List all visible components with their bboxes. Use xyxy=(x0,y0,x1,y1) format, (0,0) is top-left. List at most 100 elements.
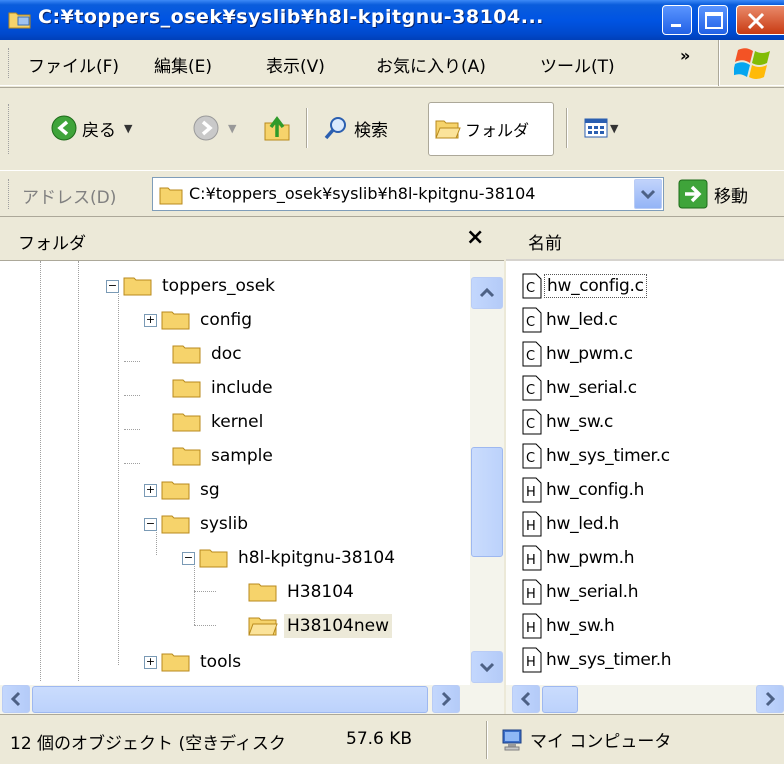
c-header-file-icon: H xyxy=(522,545,542,571)
svg-text:H: H xyxy=(526,587,536,602)
file-item[interactable]: H hw_config.h xyxy=(522,473,646,507)
svg-text:C: C xyxy=(526,451,535,466)
tree-item-h38104new[interactable]: H38104new xyxy=(248,609,392,643)
back-dropdown-icon[interactable]: ▼ xyxy=(124,122,132,135)
tree-guide-line xyxy=(118,285,119,665)
search-button[interactable]: 検索 xyxy=(322,110,388,146)
menu-file[interactable]: ファイル(F) xyxy=(28,52,119,77)
scroll-thumb[interactable] xyxy=(542,686,578,713)
file-item[interactable]: H hw_serial.h xyxy=(522,575,640,609)
folder-icon xyxy=(161,515,190,534)
tree-guide-line xyxy=(194,591,216,592)
scroll-up-button[interactable] xyxy=(471,277,503,309)
forward-button[interactable]: ▼ xyxy=(192,110,236,146)
scroll-down-button[interactable] xyxy=(471,651,503,683)
tree-item-label: tools xyxy=(200,652,242,672)
collapse-icon[interactable]: − xyxy=(144,517,157,531)
collapse-icon[interactable]: − xyxy=(182,551,195,565)
file-item[interactable]: C hw_serial.c xyxy=(522,371,639,405)
file-item[interactable]: C hw_config.c xyxy=(522,269,647,303)
addressbar-grip[interactable] xyxy=(8,179,11,209)
scroll-thumb[interactable] xyxy=(32,686,428,713)
file-item[interactable]: H hw_sw.h xyxy=(522,609,616,643)
folder-tree-vertical-scrollbar[interactable] xyxy=(470,261,504,685)
folders-button[interactable]: フォルダ xyxy=(428,102,554,156)
standard-toolbar: 戻る ▼ ▼ 検索 フォルダ ▼ xyxy=(0,87,784,171)
menu-overflow-chevron[interactable]: » xyxy=(680,46,690,65)
svg-text:C: C xyxy=(526,281,535,296)
file-list-horizontal-scrollbar[interactable] xyxy=(506,685,784,714)
scroll-thumb[interactable] xyxy=(471,447,503,557)
expand-icon[interactable]: + xyxy=(144,483,157,497)
folder-icon xyxy=(161,481,190,500)
tree-item-label: H38104new xyxy=(284,614,392,638)
views-dropdown-icon[interactable]: ▼ xyxy=(610,122,618,135)
scroll-left-button[interactable] xyxy=(512,685,540,713)
tree-item-kernel[interactable]: kernel xyxy=(172,405,266,439)
file-item[interactable]: H hw_pwm.h xyxy=(522,541,636,575)
svg-text:H: H xyxy=(526,553,536,568)
menu-favorites[interactable]: お気に入り(A) xyxy=(376,52,486,77)
collapse-icon[interactable]: − xyxy=(106,279,119,293)
back-button[interactable]: 戻る ▼ xyxy=(50,110,132,146)
tree-item-config[interactable]: + config xyxy=(144,303,255,337)
menu-view[interactable]: 表示(V) xyxy=(266,52,325,77)
views-button[interactable]: ▼ xyxy=(584,110,618,146)
chevron-right-icon xyxy=(765,691,776,707)
tree-item-tools[interactable]: + tools xyxy=(144,645,244,679)
folder-tree-horizontal-scrollbar[interactable] xyxy=(0,685,504,714)
tree-item-h38104[interactable]: H38104 xyxy=(248,575,357,609)
file-item[interactable]: H hw_led.h xyxy=(522,507,621,541)
address-path[interactable]: C:¥toppers_osek¥syslib¥h8l-kpitgnu-38104 xyxy=(189,184,631,203)
status-size: 57.6 KB xyxy=(346,729,413,749)
address-bar: アドレス(D) C:¥toppers_osek¥syslib¥h8l-kpitg… xyxy=(0,171,784,217)
toolbar-grip[interactable] xyxy=(8,104,11,154)
folder-icon xyxy=(172,413,201,432)
title-bar[interactable]: C:¥toppers_osek¥syslib¥h8l-kpitgnu-38104… xyxy=(0,0,784,40)
tree-item-sample[interactable]: sample xyxy=(172,439,276,473)
folder-icon xyxy=(248,583,277,602)
tree-item-label: kernel xyxy=(211,412,264,432)
expand-icon[interactable]: + xyxy=(144,655,157,669)
file-item[interactable]: C hw_sys_timer.c xyxy=(522,439,672,473)
address-dropdown-button[interactable] xyxy=(634,179,662,209)
chevron-down-icon xyxy=(479,662,495,673)
minimize-button[interactable] xyxy=(662,5,692,35)
file-item[interactable]: C hw_pwm.c xyxy=(522,337,635,371)
go-button[interactable]: 移動 xyxy=(678,179,748,209)
c-source-file-icon: C xyxy=(522,307,542,333)
menubar-grip[interactable] xyxy=(8,48,11,78)
up-folder-button[interactable] xyxy=(262,110,292,146)
c-header-file-icon: H xyxy=(522,613,542,639)
up-folder-icon xyxy=(264,116,290,141)
file-item[interactable]: C hw_sw.c xyxy=(522,405,615,439)
c-header-file-icon: H xyxy=(522,579,542,605)
address-input[interactable]: C:¥toppers_osek¥syslib¥h8l-kpitgnu-38104 xyxy=(152,177,664,211)
svg-text:H: H xyxy=(526,485,536,500)
folder-tree: − toppers_osek + config doc include kern… xyxy=(0,261,470,681)
tree-item-sg[interactable]: + sg xyxy=(144,473,223,507)
tree-item-syslib[interactable]: − syslib xyxy=(144,507,251,541)
file-item[interactable]: H hw_sys_timer.h xyxy=(522,643,673,677)
forward-dropdown-icon[interactable]: ▼ xyxy=(228,122,236,135)
menu-edit[interactable]: 編集(E) xyxy=(154,52,212,77)
tree-item-doc[interactable]: doc xyxy=(172,337,245,371)
status-separator xyxy=(486,721,488,759)
expand-icon[interactable]: + xyxy=(144,313,157,327)
tree-item-include[interactable]: include xyxy=(172,371,276,405)
close-button[interactable] xyxy=(736,5,784,35)
folder-pane-close-icon[interactable]: × xyxy=(466,225,484,250)
file-name: hw_led.h xyxy=(546,514,619,534)
chevron-left-icon xyxy=(10,691,21,707)
menu-tools[interactable]: ツール(T) xyxy=(540,52,615,77)
scroll-right-button[interactable] xyxy=(756,685,784,713)
maximize-button[interactable] xyxy=(698,5,728,35)
back-label: 戻る xyxy=(82,120,116,141)
tree-item-toppers-osek[interactable]: − toppers_osek xyxy=(106,269,278,303)
file-item[interactable]: C hw_led.c xyxy=(522,303,620,337)
name-column-header[interactable]: 名前 xyxy=(506,217,784,261)
c-source-file-icon: C xyxy=(522,375,542,401)
tree-item-h8l-kpitgnu-38104[interactable]: − h8l-kpitgnu-38104 xyxy=(182,541,398,575)
scroll-right-button[interactable] xyxy=(432,685,460,713)
scroll-left-button[interactable] xyxy=(2,685,30,713)
